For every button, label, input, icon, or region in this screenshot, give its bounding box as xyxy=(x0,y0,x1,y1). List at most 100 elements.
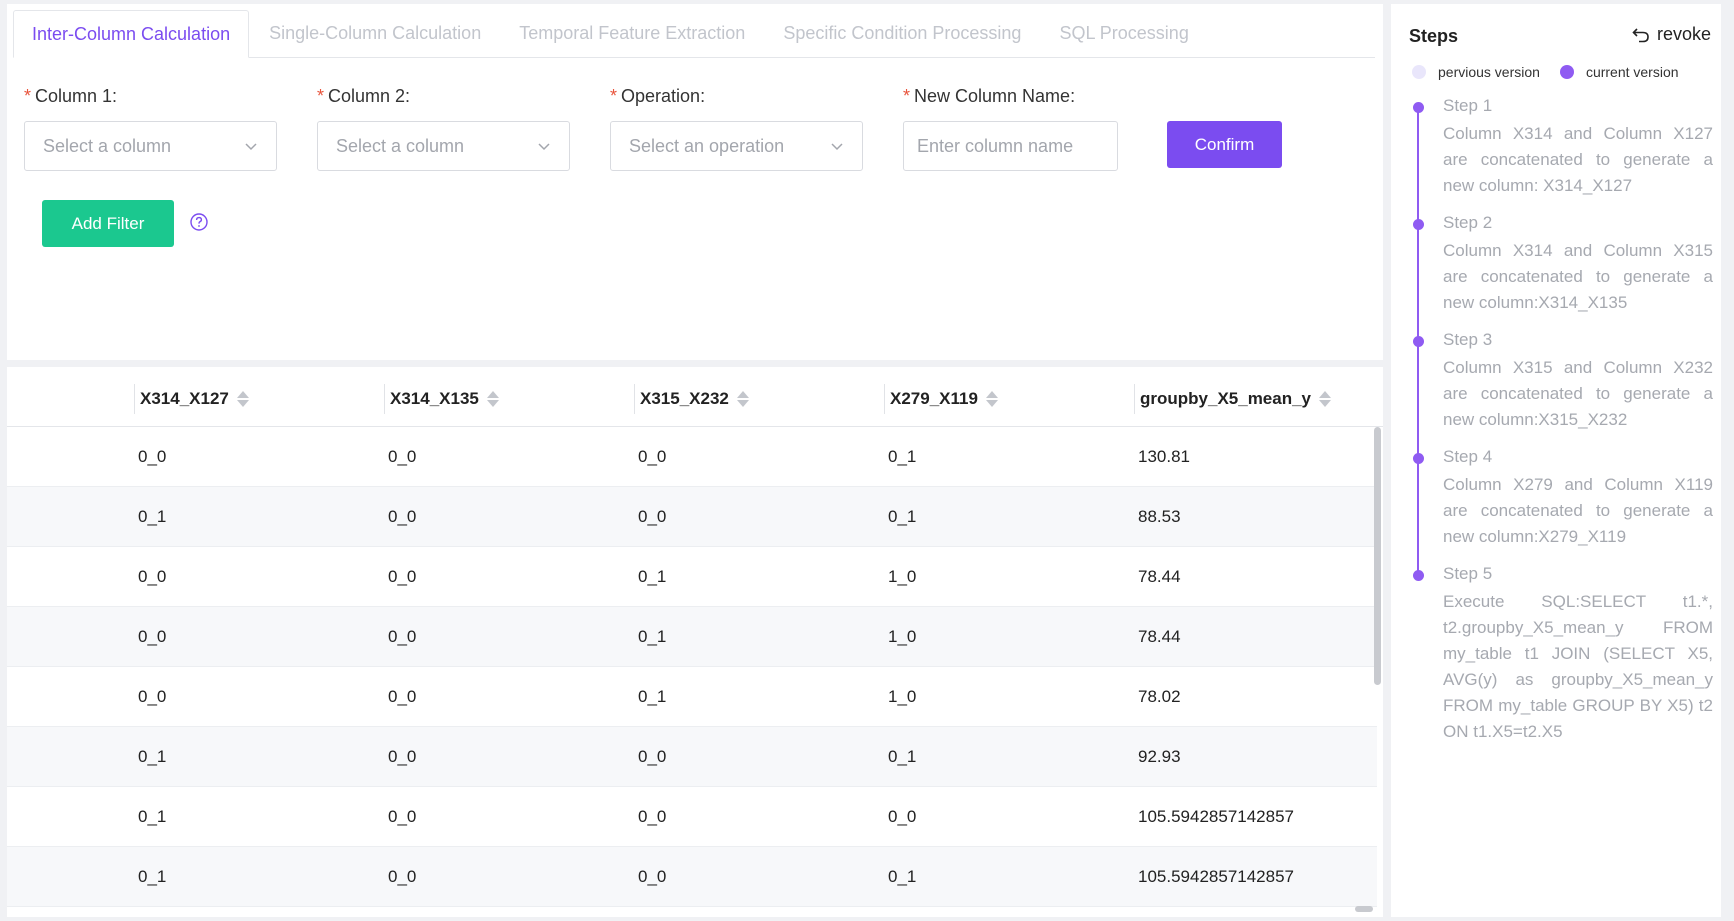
column1-placeholder: Select a column xyxy=(43,135,172,156)
tab-sql-processing[interactable]: SQL Processing xyxy=(1041,9,1206,57)
sort-icon[interactable] xyxy=(1319,391,1332,407)
new-column-name-label-text: New Column Name: xyxy=(914,86,1076,106)
revoke-label: revoke xyxy=(1656,24,1711,44)
column-header[interactable]: X279_X119 xyxy=(884,384,998,414)
data-table: X314_X127 X314_X135 X315_X232 X279_X119 … xyxy=(7,367,1383,917)
new-column-name-label: * New Column Name: xyxy=(903,86,1075,107)
table-header: X314_X127 X314_X135 X315_X232 X279_X119 … xyxy=(7,367,1383,427)
calculation-tabs: Inter-Column Calculation Single-Column C… xyxy=(13,10,1375,58)
steps-title: Steps xyxy=(1409,26,1459,46)
required-mark: * xyxy=(317,86,325,106)
step-title: Step 1 xyxy=(1443,96,1493,115)
current-version-label: current version xyxy=(1585,64,1679,80)
table-cell: 0_1 xyxy=(638,627,667,646)
table-cell: 1_0 xyxy=(888,627,917,646)
step-dot xyxy=(1413,102,1424,113)
table-row[interactable]: 0_1 0_0 0_0 0_0 105.5942857142857 xyxy=(7,787,1377,847)
tab-temporal-feature-extraction[interactable]: Temporal Feature Extraction xyxy=(501,9,763,57)
sort-icon[interactable] xyxy=(236,391,249,407)
table-cell: 0_0 xyxy=(638,867,667,886)
table-row[interactable]: 0_0 0_0 0_1 1_0 78.44 xyxy=(7,607,1377,667)
previous-version-label: pervious version xyxy=(1438,64,1540,80)
version-legend: pervious version current version xyxy=(1412,64,1679,80)
table-row[interactable]: 0_1 0_0 0_0 0_1 88.53 xyxy=(7,487,1377,547)
table-cell: 130.81 xyxy=(1138,447,1190,466)
column-header[interactable]: X314_X127 xyxy=(134,384,249,414)
chevron-down-icon xyxy=(538,143,550,151)
table-cell: 0_0 xyxy=(138,567,167,586)
table-cell: 0_1 xyxy=(888,447,917,466)
table-cell: 0_0 xyxy=(888,807,917,826)
tab-specific-condition-processing[interactable]: Specific Condition Processing xyxy=(765,9,1039,57)
table-cell: 1_0 xyxy=(888,567,917,586)
table-cell: 1_0 xyxy=(888,687,917,706)
table-cell: 0_1 xyxy=(888,507,917,526)
table-cell: 0_0 xyxy=(638,447,667,466)
step-description: Column X279 and Column X119 are concaten… xyxy=(1443,475,1713,546)
table-cell: 0_0 xyxy=(638,807,667,826)
table-row[interactable]: 0_1 0_0 0_0 0_1 92.93 xyxy=(7,727,1377,787)
step-title: Step 3 xyxy=(1443,330,1493,349)
table-row[interactable]: 0_0 0_0 0_1 1_0 78.02 xyxy=(7,667,1377,727)
table-row[interactable]: 0_0 0_0 0_1 1_0 78.44 xyxy=(7,547,1377,607)
vertical-scrollbar[interactable] xyxy=(1374,427,1381,685)
table-cell: 0_1 xyxy=(138,747,167,766)
operation-placeholder: Select an operation xyxy=(629,135,785,156)
table-row[interactable]: 0_0 0_0 0_0 0_1 130.81 xyxy=(7,427,1377,487)
table-row[interactable]: 0_1 0_0 0_0 0_1 105.5942857142857 xyxy=(7,847,1377,907)
column2-label-text: Column 2: xyxy=(328,86,411,106)
table-cell: 0_1 xyxy=(888,747,917,766)
table-cell: 0_1 xyxy=(138,867,167,886)
table-cell: 105.5942857142857 xyxy=(1138,867,1294,886)
table-cell: 0_0 xyxy=(388,747,417,766)
column-header-label: groupby_X5_mean_y xyxy=(1140,389,1312,408)
step-title: Step 4 xyxy=(1443,447,1493,466)
required-mark: * xyxy=(24,86,32,106)
column-header[interactable]: X314_X135 xyxy=(384,384,499,414)
horizontal-scrollbar[interactable] xyxy=(1355,906,1373,912)
required-mark: * xyxy=(903,86,911,106)
confirm-button[interactable]: Confirm xyxy=(1167,121,1282,168)
step-description: Column X315 and Column X232 are concaten… xyxy=(1443,358,1713,429)
undo-icon xyxy=(1632,27,1649,42)
help-icon[interactable] xyxy=(189,212,209,232)
column-header-label: X314_X127 xyxy=(140,389,229,408)
column-header-label: X315_X232 xyxy=(640,389,729,408)
required-mark: * xyxy=(610,86,618,106)
chevron-down-icon xyxy=(831,143,843,151)
revoke-button[interactable]: revoke xyxy=(1631,24,1711,45)
table-cell: 105.5942857142857 xyxy=(1138,807,1294,826)
new-column-name-input[interactable] xyxy=(903,121,1118,171)
column2-select[interactable]: Select a column xyxy=(317,121,570,171)
column1-label: * Column 1: xyxy=(24,86,117,107)
tab-single-column-calculation[interactable]: Single-Column Calculation xyxy=(251,9,499,57)
column2-placeholder: Select a column xyxy=(336,135,465,156)
column-header[interactable]: groupby_X5_mean_y xyxy=(1134,384,1332,414)
table-cell: 0_0 xyxy=(388,627,417,646)
table-cell: 0_1 xyxy=(638,687,667,706)
table-cell: 88.53 xyxy=(1138,507,1181,526)
table-cell: 78.44 xyxy=(1138,627,1181,646)
table-cell: 78.02 xyxy=(1138,687,1181,706)
operation-select[interactable]: Select an operation xyxy=(610,121,863,171)
sort-icon[interactable] xyxy=(486,391,499,407)
table-cell: 92.93 xyxy=(1138,747,1181,766)
table-cell: 0_0 xyxy=(388,507,417,526)
table-cell: 0_1 xyxy=(138,807,167,826)
table-cell: 0_1 xyxy=(138,507,167,526)
current-version-dot xyxy=(1559,65,1574,79)
add-filter-button[interactable]: Add Filter xyxy=(42,200,174,247)
sort-icon[interactable] xyxy=(736,391,749,407)
chevron-down-icon xyxy=(245,143,257,151)
column-header[interactable]: X315_X232 xyxy=(634,384,749,414)
table-cell: 0_0 xyxy=(138,627,167,646)
operation-label-text: Operation: xyxy=(621,86,706,106)
step-dot xyxy=(1413,570,1424,581)
sort-icon[interactable] xyxy=(985,391,998,407)
table-cell: 0_0 xyxy=(638,747,667,766)
step-title: Step 2 xyxy=(1443,213,1493,232)
table-cell: 0_0 xyxy=(138,687,167,706)
tab-inter-column-calculation[interactable]: Inter-Column Calculation xyxy=(13,10,250,58)
column1-select[interactable]: Select a column xyxy=(24,121,277,171)
step-dot xyxy=(1413,336,1424,347)
